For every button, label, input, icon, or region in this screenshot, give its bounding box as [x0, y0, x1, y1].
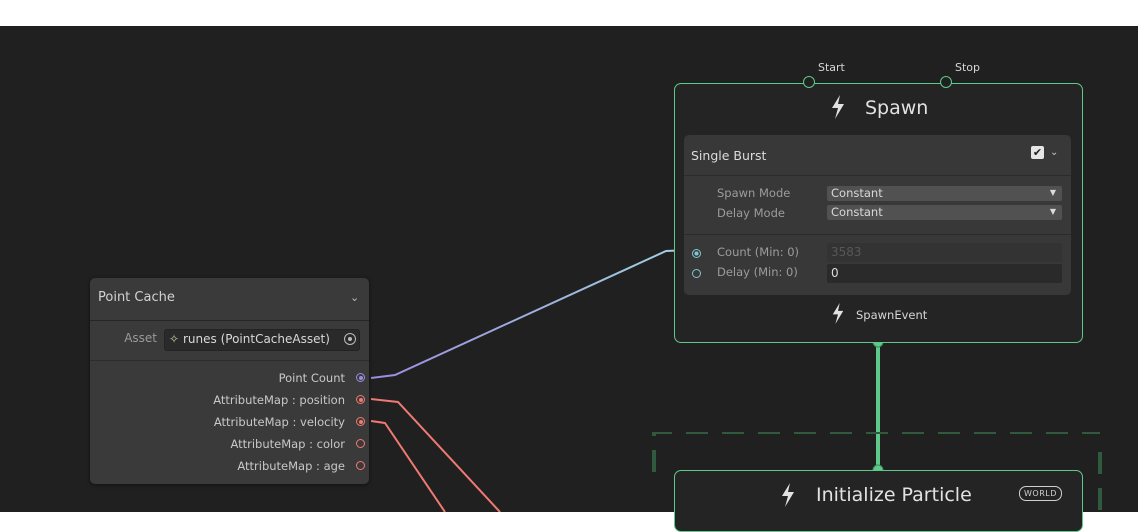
output-label-color: AttributeMap : color [230, 437, 345, 451]
wire-position [370, 398, 501, 512]
dropdown-arrow-icon: ▼ [1049, 207, 1056, 216]
output-port-color[interactable] [356, 439, 365, 448]
node-title: Point Cache [98, 290, 175, 305]
wire-point-count-to-count [370, 249, 691, 379]
divider [684, 234, 1071, 235]
object-picker-icon[interactable] [344, 333, 356, 345]
output-label-position: AttributeMap : position [213, 393, 345, 407]
count-field[interactable]: 3583 [827, 243, 1062, 262]
delay-mode-dropdown[interactable]: Constant ▼ [827, 205, 1062, 220]
lightning-icon [832, 303, 844, 324]
asset-label: Asset [124, 331, 157, 345]
single-burst-block[interactable]: Single Burst ✔ ⌄ Spawn Mode Constant ▼ D… [684, 135, 1071, 295]
output-label-point-count: Point Count [278, 371, 345, 385]
output-port-point-count[interactable] [356, 373, 365, 382]
block-enabled-checkbox[interactable]: ✔ [1031, 146, 1044, 159]
spawn-event-output-label: SpawnEvent [856, 308, 928, 322]
flow-input-stop-port[interactable] [940, 76, 952, 88]
output-label-velocity: AttributeMap : velocity [213, 415, 345, 429]
input-port-count[interactable] [692, 249, 701, 258]
space-badge[interactable]: WORLD [1019, 486, 1062, 501]
asset-value: runes (PointCacheAsset) [183, 332, 330, 346]
spawn-mode-label: Spawn Mode [717, 186, 791, 200]
output-port-velocity[interactable] [356, 417, 365, 426]
lightning-icon [832, 95, 844, 119]
initialize-title: Initialize Particle [816, 484, 972, 506]
output-label-age: AttributeMap : age [237, 459, 345, 473]
spawn-mode-value: Constant [831, 186, 883, 200]
count-value: 3583 [831, 245, 862, 259]
output-port-position[interactable] [356, 395, 365, 404]
output-port-age[interactable] [356, 461, 365, 470]
point-cache-header[interactable]: Point Cache ⌄ [90, 278, 369, 321]
point-cache-asset-icon: ✧ [169, 332, 180, 346]
spawn-title: Spawn [865, 97, 929, 119]
wire-velocity [370, 420, 446, 512]
delay-label: Delay (Min: 0) [717, 265, 798, 279]
flow-input-start-port[interactable] [803, 76, 815, 88]
delay-mode-label: Delay Mode [717, 206, 785, 220]
divider [684, 175, 1071, 176]
flow-input-start-label: Start [818, 61, 845, 74]
delay-field[interactable]: 0 [827, 264, 1062, 283]
point-cache-node[interactable]: Point Cache ⌄ Asset ✧ runes (PointCacheA… [90, 278, 369, 484]
flow-input-stop-label: Stop [955, 61, 981, 74]
asset-field[interactable]: ✧ runes (PointCacheAsset) [164, 329, 360, 351]
lightning-icon [782, 483, 794, 507]
dropdown-arrow-icon: ▼ [1049, 188, 1056, 197]
spawn-mode-dropdown[interactable]: Constant ▼ [827, 186, 1062, 201]
chevron-down-icon[interactable]: ⌄ [350, 291, 359, 304]
count-label: Count (Min: 0) [717, 245, 800, 259]
block-title: Single Burst [691, 148, 767, 163]
chevron-down-icon[interactable]: ⌄ [1050, 147, 1058, 158]
delay-mode-value: Constant [831, 205, 883, 219]
divider [90, 360, 369, 361]
delay-value: 0 [831, 266, 839, 280]
input-port-delay[interactable] [692, 269, 701, 278]
